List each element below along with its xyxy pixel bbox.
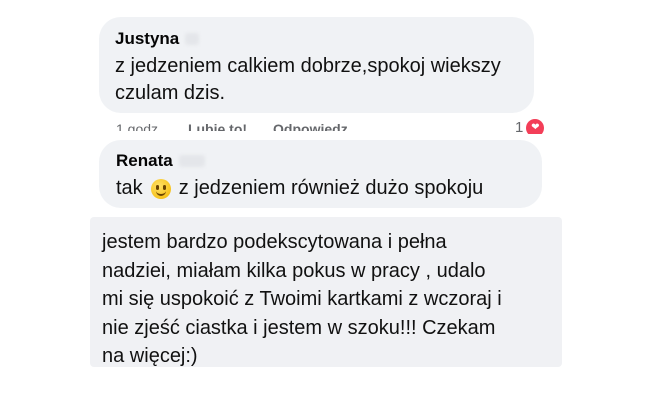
reply-link[interactable]: Odpowiedz (273, 121, 348, 131)
comment-actions: 1 godz. Lubię to! Odpowiedz (116, 117, 556, 131)
comment-author[interactable]: Renata (116, 151, 525, 171)
reply-message: jestem bardzo podekscytowana i pełna nad… (90, 217, 562, 367)
comment-text: tak z jedzeniem również dużo spokoju (116, 175, 525, 202)
comment-author-name[interactable]: Justyna (115, 29, 179, 49)
redacted-surname (185, 33, 200, 45)
comment-bubble-justyna: Justyna z jedzeniem calkiem dobrze,spoko… (99, 17, 534, 113)
slightly-smiling-face-icon (150, 178, 171, 199)
like-link[interactable]: Lubię to! (188, 121, 247, 131)
reaction-summary[interactable]: 1 ❤ (515, 118, 545, 134)
comment-text-start: tak (116, 177, 143, 199)
reply-text: jestem bardzo podekscytowana i pełna nad… (102, 231, 502, 367)
redacted-surname (178, 155, 205, 167)
comment-text-end: z jedzeniem również dużo spokoju (178, 177, 484, 199)
comment-author[interactable]: Justyna (115, 29, 518, 49)
reaction-count: 1 (515, 119, 524, 134)
heart-icon: ❤ (526, 119, 545, 134)
comment-author-name[interactable]: Renata (116, 151, 173, 171)
comment-timestamp[interactable]: 1 godz. (116, 121, 162, 131)
comment-text: z jedzeniem calkiem dobrze,spokoj wieksz… (115, 55, 501, 104)
comment-thread: Justyna z jedzeniem calkiem dobrze,spoko… (0, 0, 654, 404)
comment-bubble-renata: Renata tak z jedzeniem również dużo spok… (99, 140, 542, 208)
